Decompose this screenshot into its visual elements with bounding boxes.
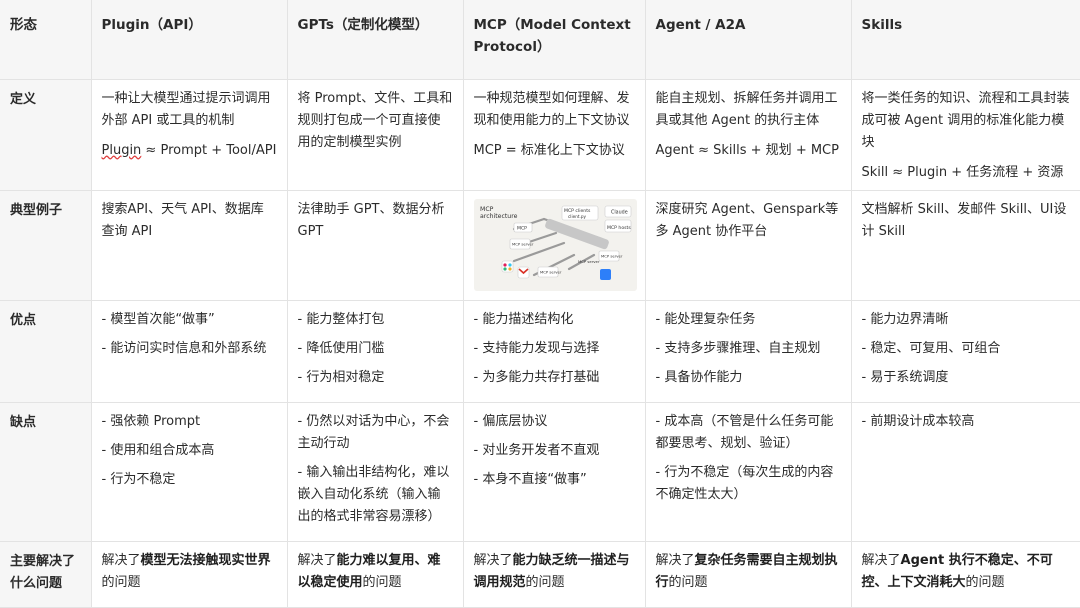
mcp-architecture-diagram: MCP architecture MCP clients client.py C… xyxy=(473,198,637,291)
list-item: - 易于系统调度 xyxy=(861,369,949,385)
cons-label: 缺点 xyxy=(0,402,92,542)
solves-gpts: 解决了能力难以复用、难以稳定使用的问题 xyxy=(287,541,464,608)
solves-mcp: 解决了能力缺乏统一描述与调用规范的问题 xyxy=(463,541,646,608)
definition-skills-text: 将一类任务的知识、流程和工具封装成可被 Agent 调用的标准化能力模块 xyxy=(861,90,1070,150)
header-mcp: MCP（Model Context Protocol） xyxy=(463,0,646,80)
list-item: - 能力整体打包 xyxy=(297,311,385,327)
diagram-label-server-3: MCP server xyxy=(601,253,623,258)
definition-agent: 能自主规划、拆解任务并调用工具或其他 Agent 的执行主体 Agent ≈ S… xyxy=(645,79,852,191)
cons-plugin: - 强依赖 Prompt - 使用和组合成本高 - 行为不稳定 xyxy=(91,402,288,542)
list-item: - 模型首次能“做事” xyxy=(101,311,215,327)
diagram-label-client-py: client.py xyxy=(568,214,586,219)
solves-plugin: 解决了模型无法接触现实世界的问题 xyxy=(91,541,288,608)
diagram-label-server-1: MCP server xyxy=(512,241,534,246)
definition-mcp: 一种规范模型如何理解、发现和使用能力的上下文协议 MCP = 标准化上下文协议 xyxy=(463,79,646,191)
list-item: - 能力描述结构化 xyxy=(473,311,574,327)
list-item: - 具备协作能力 xyxy=(655,369,743,385)
definition-plugin-formula: Plugin ≈ Prompt + Tool/API xyxy=(101,142,277,158)
diagram-label-claude: Claude xyxy=(611,209,628,215)
pros-plugin: - 模型首次能“做事” - 能访问实时信息和外部系统 xyxy=(91,300,288,403)
list-item: - 使用和组合成本高 xyxy=(101,442,215,458)
list-item: - 能访问实时信息和外部系统 xyxy=(101,340,267,356)
list-item: - 降低使用门槛 xyxy=(297,340,385,356)
cons-agent: - 成本高（不管是什么任务可能都要思考、规划、验证） - 行为不稳定（每次生成的… xyxy=(645,402,852,542)
header-agent: Agent / A2A xyxy=(645,0,852,80)
list-item: - 支持能力发现与选择 xyxy=(473,340,600,356)
list-item: - 前期设计成本较高 xyxy=(861,413,975,429)
list-item: - 对业务开发者不直观 xyxy=(473,442,600,458)
pros-agent: - 能处理复杂任务 - 支持多步骤推理、自主规划 - 具备协作能力 xyxy=(645,300,852,403)
examples-row: 典型例子 搜索API、天气 API、数据库查询 API 法律助手 GPT、数据分… xyxy=(0,190,1080,301)
cons-mcp: - 偏底层协议 - 对业务开发者不直观 - 本身不直接“做事” xyxy=(463,402,646,542)
diagram-label-mcp: MCP xyxy=(517,225,527,231)
cons-gpts: - 仍然以对话为中心，不会主动行动 - 输入输出非结构化，难以嵌入自动化系统（输… xyxy=(287,402,464,542)
examples-plugin: 搜索API、天气 API、数据库查询 API xyxy=(91,190,288,301)
list-item: - 能力边界清晰 xyxy=(861,311,949,327)
diagram-label-server-2: MCP server xyxy=(540,269,562,274)
list-item: - 输入输出非结构化，难以嵌入自动化系统（输入输出的格式非常容易漂移） xyxy=(297,464,450,524)
definition-agent-text: 能自主规划、拆解任务并调用工具或其他 Agent 的执行主体 xyxy=(655,90,838,128)
cons-skills: - 前期设计成本较高 xyxy=(851,402,1080,542)
definition-skills-formula: Skill ≈ Plugin + 任务流程 + 资源 xyxy=(861,164,1064,180)
definition-skills: 将一类任务的知识、流程和工具封装成可被 Agent 调用的标准化能力模块 Ski… xyxy=(851,79,1080,191)
header-row: 形态 Plugin（API） GPTs（定制化模型） MCP（Model Con… xyxy=(0,0,1080,80)
list-item: - 为多能力共存打基础 xyxy=(473,369,600,385)
header-row-label: 形态 xyxy=(0,0,92,80)
definition-agent-formula: Agent ≈ Skills + 规划 + MCP xyxy=(655,142,839,158)
list-item: - 偏底层协议 xyxy=(473,413,548,429)
comparison-table: 形态 Plugin（API） GPTs（定制化模型） MCP（Model Con… xyxy=(0,0,1080,608)
list-item: - 本身不直接“做事” xyxy=(473,471,587,487)
definition-row: 定义 一种让大模型通过提示词调用外部 API 或工具的机制 Plugin ≈ P… xyxy=(0,79,1080,191)
pros-skills: - 能力边界清晰 - 稳定、可复用、可组合 - 易于系统调度 xyxy=(851,300,1080,403)
pros-gpts: - 能力整体打包 - 降低使用门槛 - 行为相对稳定 xyxy=(287,300,464,403)
examples-skills: 文档解析 Skill、发邮件 Skill、UI设计 Skill xyxy=(851,190,1080,301)
list-item: - 支持多步骤推理、自主规划 xyxy=(655,340,821,356)
diagram-title-2: architecture xyxy=(480,213,518,220)
examples-label: 典型例子 xyxy=(0,190,92,301)
diagram-label-hosts: MCP hosts xyxy=(607,225,631,231)
diagram-label-server-4: MCP server xyxy=(578,259,600,264)
definition-mcp-formula: MCP = 标准化上下文协议 xyxy=(473,142,625,158)
list-item: - 成本高（不管是什么任务可能都要思考、规划、验证） xyxy=(655,413,834,451)
definition-mcp-text: 一种规范模型如何理解、发现和使用能力的上下文协议 xyxy=(473,90,630,128)
pros-mcp: - 能力描述结构化 - 支持能力发现与选择 - 为多能力共存打基础 xyxy=(463,300,646,403)
examples-gpts: 法律助手 GPT、数据分析 GPT xyxy=(287,190,464,301)
definition-plugin-text: 一种让大模型通过提示词调用外部 API 或工具的机制 xyxy=(101,90,271,128)
list-item: - 行为不稳定 xyxy=(101,471,176,487)
solves-label: 主要解决了什么问题 xyxy=(0,541,92,608)
spellcheck-word: Plugin xyxy=(101,142,142,158)
definition-gpts-text: 将 Prompt、文件、工具和规则打包成一个可直接使用的定制模型实例 xyxy=(297,90,453,150)
diagram-title-1: MCP xyxy=(480,206,494,213)
header-gpts: GPTs（定制化模型） xyxy=(287,0,464,80)
examples-mcp: MCP architecture MCP clients client.py C… xyxy=(463,190,646,301)
list-item: - 能处理复杂任务 xyxy=(655,311,756,327)
solves-plugin-emphasis: 模型无法接触现实世界 xyxy=(140,552,271,568)
pros-label: 优点 xyxy=(0,300,92,403)
list-item: - 稳定、可复用、可组合 xyxy=(861,340,1001,356)
pros-row: 优点 - 模型首次能“做事” - 能访问实时信息和外部系统 - 能力整体打包 -… xyxy=(0,300,1080,403)
solves-skills: 解决了Agent 执行不稳定、不可控、上下文消耗大的问题 xyxy=(851,541,1080,608)
list-item: - 仍然以对话为中心，不会主动行动 xyxy=(297,413,450,451)
solves-agent: 解决了复杂任务需要自主规划执行的问题 xyxy=(645,541,852,608)
list-item: - 强依赖 Prompt xyxy=(101,413,201,429)
solves-row: 主要解决了什么问题 解决了模型无法接触现实世界的问题 解决了能力难以复用、难以稳… xyxy=(0,541,1080,608)
examples-agent: 深度研究 Agent、Genspark等多 Agent 协作平台 xyxy=(645,190,852,301)
header-plugin: Plugin（API） xyxy=(91,0,288,80)
list-item: - 行为不稳定（每次生成的内容不确定性太大） xyxy=(655,464,834,502)
definition-plugin: 一种让大模型通过提示词调用外部 API 或工具的机制 Plugin ≈ Prom… xyxy=(91,79,288,191)
definition-label: 定义 xyxy=(0,79,92,191)
header-skills: Skills xyxy=(851,0,1080,80)
definition-gpts: 将 Prompt、文件、工具和规则打包成一个可直接使用的定制模型实例 xyxy=(287,79,464,191)
cons-row: 缺点 - 强依赖 Prompt - 使用和组合成本高 - 行为不稳定 - 仍然以… xyxy=(0,402,1080,542)
list-item: - 行为相对稳定 xyxy=(297,369,385,385)
